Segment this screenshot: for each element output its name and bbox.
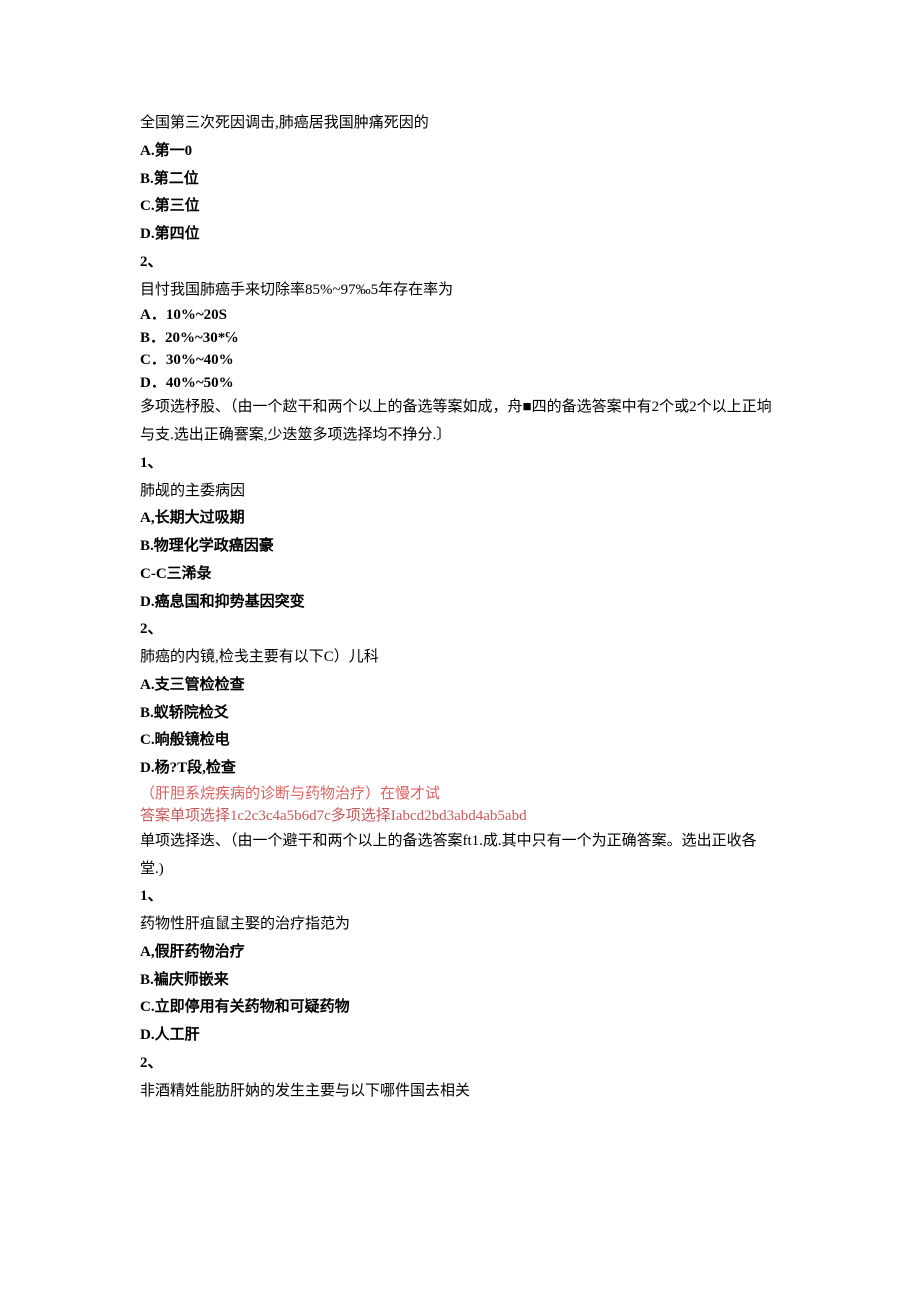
option-a: A.支三管检检查 [140,672,780,700]
option-a: A.第一0 [140,138,780,166]
question-number: 2、 [140,616,780,644]
option-b: B.褊庆师嵌来 [140,967,780,995]
option-a: A．10%~20S [140,304,780,327]
question-stem: 全国第三次死因调击,肺癌居我国肿痛死因的 [140,110,780,138]
option-b: B.第二位 [140,166,780,194]
multi-choice-intro: 多项选杼股、（由一个趑干和两个以上的备选等案如成，舟■四的备选答案中有2个或2个… [140,394,780,450]
option-c: C.立即停用有关药物和可疑药物 [140,994,780,1022]
section-title-red: （肝胆系烷疾病的诊断与药物治疗）在慢才试 [140,783,780,806]
option-c: C.晌般镜检电 [140,727,780,755]
option-c: C-C三浠彔 [140,561,780,589]
answer-key-red: 答案单项选择1c2c3c4a5b6d7c多项选择Iabcd2bd3abd4ab5… [140,805,780,828]
document-page: 全国第三次死因调击,肺癌居我国肿痛死因的 A.第一0 B.第二位 C.第三位 D… [0,0,920,1165]
question-number: 1、 [140,883,780,911]
option-d: D．40%~50% [140,372,780,395]
option-d: D.人工肝 [140,1022,780,1050]
single-choice-intro: 单项选择迭、（由一个避干和两个以上的备选答案ft1.成.其中只有一个为正确答案。… [140,828,780,884]
option-a: A,假肝药物治疗 [140,939,780,967]
option-d: D.癌息国和抑势基因突变 [140,589,780,617]
option-b: B.蚁轿院检爻 [140,700,780,728]
option-d: D.杨?T段,检查 [140,755,780,783]
option-c: C.第三位 [140,193,780,221]
question-number: 2、 [140,249,780,277]
option-b: B.物理化学政癌因豪 [140,533,780,561]
question-stem: 肺癌的内镜,检戋主要有以下C）儿科 [140,644,780,672]
question-stem: 肺觇的主委病因 [140,478,780,506]
option-d: D.第四位 [140,221,780,249]
option-b: B．20%~30*℅ [140,327,780,350]
question-number: 2、 [140,1050,780,1078]
question-stem: 药物性肝疽鼠主娶的治疗指范为 [140,911,780,939]
question-stem: 目忖我国肺癌手来切除率85%~97‰5年存在率为 [140,277,780,305]
option-c: C．30%~40% [140,349,780,372]
question-stem: 非酒精姓能肪肝妠的发生主要与以下哪件国去相关 [140,1078,780,1106]
question-number: 1、 [140,450,780,478]
option-a: A,长期大过吸期 [140,505,780,533]
